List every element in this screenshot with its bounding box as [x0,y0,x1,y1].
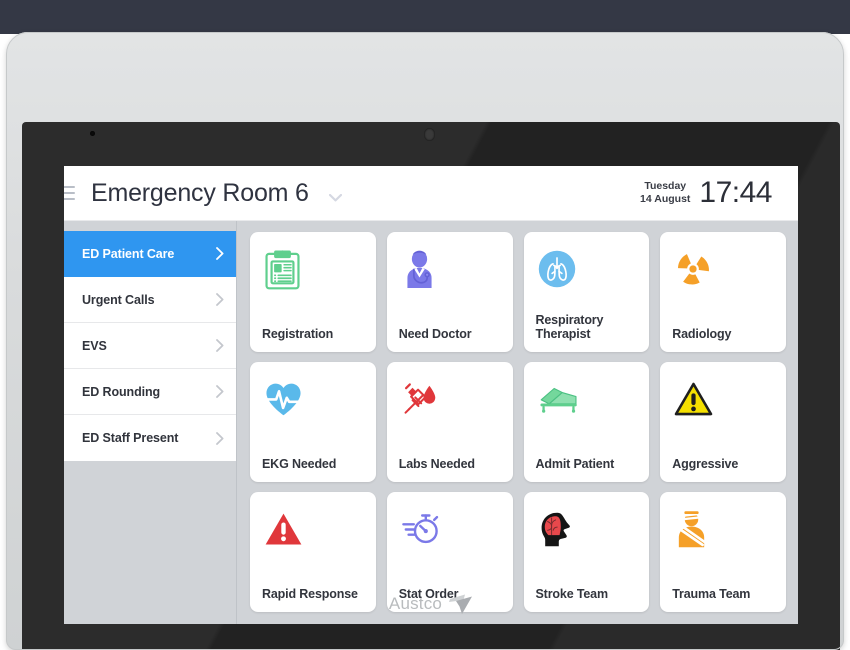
front-camera-icon [424,128,435,141]
alert-triangle-red-icon [262,503,364,555]
tile-label: Admit Patient [535,457,615,472]
sidebar-item-evs[interactable]: EVS [64,323,236,369]
sidebar-item-label: ED Rounding [82,384,161,399]
austco-chevron-mark-icon [445,593,473,615]
hamburger-menu-icon[interactable] [64,186,79,200]
tablet-screen: Emergency Room 6 Tuesday 14 August 17:44 [64,166,798,624]
clock-time: 17:44 [699,176,772,209]
bandaged-patient-icon [672,503,774,555]
sidebar-list: ED Patient Care Urgent Calls EVS ED Roun… [64,231,236,461]
tablet-outer-shell: Emergency Room 6 Tuesday 14 August 17:44 [6,32,844,650]
austco-wordmark: Austco [388,594,443,613]
tile-labs-needed[interactable]: Labs Needed [386,362,513,482]
sidebar-item-ed-staff-present[interactable]: ED Staff Present [64,415,236,461]
page-title: Emergency Room 6 [91,178,309,207]
app-bar: Emergency Room 6 Tuesday 14 August 17:44 [64,166,798,221]
clock-weekday: Tuesday [644,180,687,193]
heart-ecg-icon [262,373,364,425]
warning-triangle-yellow-icon [672,373,774,425]
sidebar-item-ed-rounding[interactable]: ED Rounding [64,369,236,415]
tablet-bezel: Emergency Room 6 Tuesday 14 August 17:44 [22,122,840,650]
sidebar: ED Patient Care Urgent Calls EVS ED Roun… [64,221,237,624]
tile-admit-patient[interactable]: Admit Patient [523,362,650,482]
chevron-right-icon [216,339,224,352]
stopwatch-speed-icon [399,503,501,555]
doctor-stethoscope-icon [399,243,501,295]
chevron-right-icon [216,247,224,260]
clock-block: Tuesday 14 August 17:44 [640,176,772,210]
chevron-right-icon [216,431,224,445]
sidebar-item-label: ED Patient Care [82,246,175,261]
tile-grid: Registration Need Doctor Respiratory The… [237,221,798,624]
tile-registration[interactable]: Registration [250,232,376,352]
hospital-bed-icon [536,373,638,425]
chevron-right-icon [216,293,224,306]
tile-label: Registration [262,327,334,342]
tile-label: Radiology [672,327,732,342]
tile-radiology[interactable]: Radiology [660,232,786,352]
sidebar-item-label: Urgent Calls [82,292,155,307]
sidebar-item-label: ED Staff Present [82,431,179,445]
head-brain-icon [536,503,638,555]
backdrop-band [0,0,850,34]
tile-aggressive[interactable]: Aggressive [660,362,786,482]
tile-need-doctor[interactable]: Need Doctor [386,232,513,352]
tile-label: Respiratory Therapist [535,312,604,342]
camera-indicator-icon [90,131,95,136]
screenshot-scene: Emergency Room 6 Tuesday 14 August 17:44 [0,0,850,650]
chevron-down-icon[interactable] [328,189,342,202]
radiation-trefoil-icon [672,243,774,295]
tile-label: EKG Needed [262,457,337,472]
tile-respiratory-therapist[interactable]: Respiratory Therapist [523,232,650,352]
tile-label: Need Doctor [398,327,472,342]
chevron-right-icon [216,385,224,398]
clipboard-patient-record-icon [262,243,364,295]
date-display: Tuesday 14 August [640,180,690,205]
tile-ekg-needed[interactable]: EKG Needed [250,362,376,482]
tile-label: Labs Needed [398,457,475,472]
clock-day-month: 14 August [640,192,691,205]
screen-body: ED Patient Care Urgent Calls EVS ED Roun… [64,221,798,624]
sidebar-item-urgent-calls[interactable]: Urgent Calls [64,277,236,323]
lungs-circle-icon [536,243,638,295]
sidebar-item-ed-patient-care[interactable]: ED Patient Care [64,231,236,277]
austco-logo: Austco [22,584,840,624]
syringe-blood-drop-icon [399,373,501,425]
tile-label: Aggressive [672,457,739,472]
sidebar-item-label: EVS [82,338,107,353]
